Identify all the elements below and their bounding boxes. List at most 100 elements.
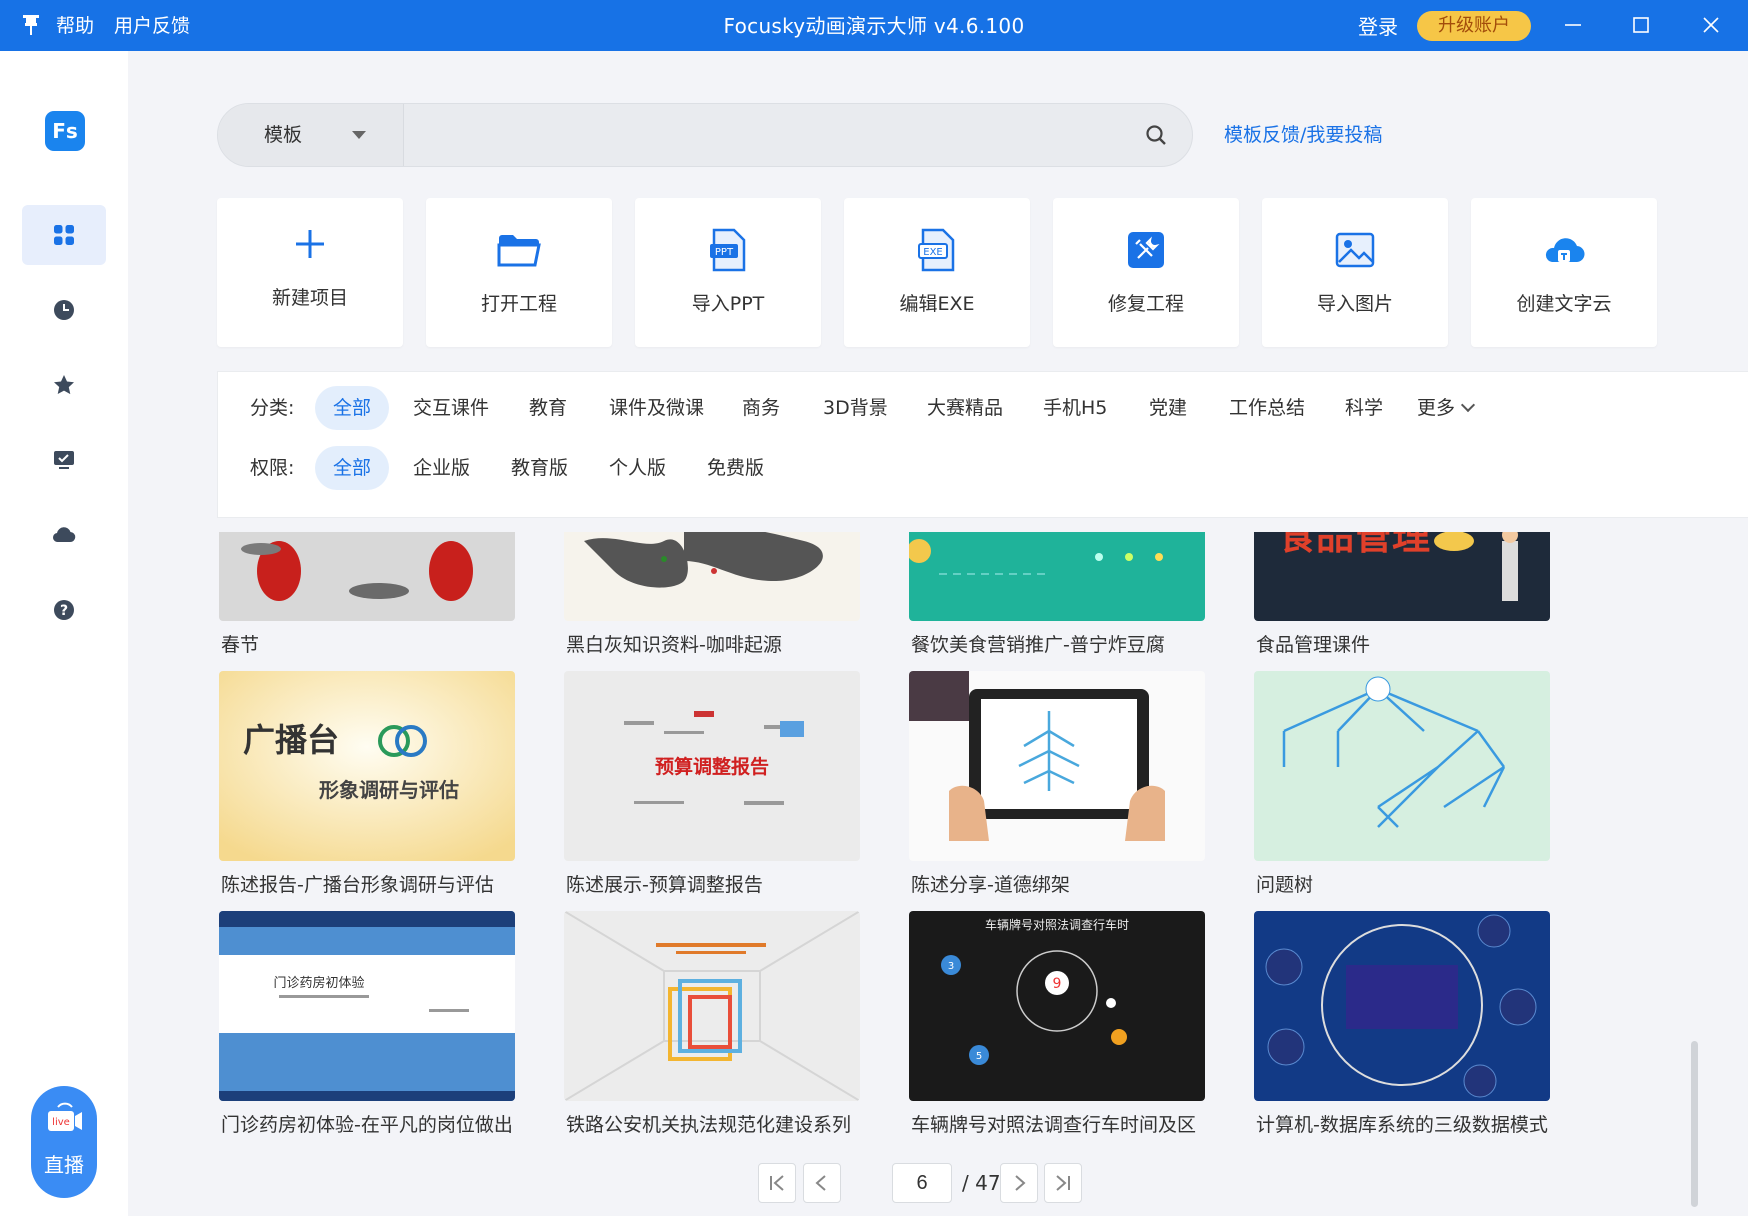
live-camera-icon: live <box>48 1102 82 1131</box>
template-thumbnail[interactable] <box>909 532 1205 621</box>
template-thumbnail[interactable]: 门诊药房初体验 <box>219 911 515 1101</box>
last-page-icon <box>1056 1175 1070 1191</box>
minimize-button[interactable] <box>1560 12 1586 38</box>
template-thumbnail[interactable] <box>1254 911 1550 1101</box>
close-button[interactable] <box>1698 12 1724 38</box>
first-page-button[interactable] <box>758 1163 796 1203</box>
create-word-cloud-button[interactable]: 创建文字云 <box>1471 198 1657 347</box>
permission-chip-all[interactable]: 全部 <box>315 446 390 490</box>
app-window: 帮助 用户反馈 Focusky动画演示大师 v4.6.100 登录 升级账户 F… <box>0 0 1748 1216</box>
search-category-select[interactable]: 模板 <box>218 104 404 166</box>
svg-text:?: ? <box>60 603 68 619</box>
page-number-input[interactable] <box>892 1163 952 1203</box>
template-thumbnail[interactable]: 广播台 形象调研与评估 <box>219 671 515 861</box>
template-scrollbar[interactable] <box>1691 1041 1698 1207</box>
sidebar-item-recent[interactable] <box>22 280 106 340</box>
template-name: 门诊药房初体验-在平凡的岗位做出 <box>221 1114 513 1136</box>
import-image-label: 导入图片 <box>1316 293 1393 315</box>
upgrade-account-button[interactable]: 升级账户 <box>1417 11 1531 41</box>
search-input[interactable] <box>408 114 1108 156</box>
template-name: 食品管理课件 <box>1256 634 1371 656</box>
sidebar-item-presentations[interactable] <box>22 430 106 490</box>
category-chip-mobile-h5[interactable]: 手机H5 <box>1025 386 1125 430</box>
permission-chip-personal[interactable]: 个人版 <box>591 446 684 490</box>
category-more-label: 更多 <box>1417 397 1456 419</box>
template-thumb-text: 门诊药房初体验 <box>273 975 364 991</box>
category-chip-science[interactable]: 科学 <box>1327 386 1401 430</box>
pagination: / 47 <box>758 1163 1208 1207</box>
edit-exe-label: 编辑EXE <box>899 293 975 315</box>
template-thumbnail[interactable] <box>1254 671 1550 861</box>
category-chip-all[interactable]: 全部 <box>315 386 390 430</box>
sidebar-item-templates[interactable] <box>22 205 106 265</box>
title-bar: 帮助 用户反馈 Focusky动画演示大师 v4.6.100 登录 升级账户 <box>0 0 1748 51</box>
category-chip-business[interactable]: 商务 <box>724 386 798 430</box>
chevron-left-icon <box>815 1175 826 1191</box>
cloud-icon <box>52 527 76 543</box>
template-thumbnail[interactable] <box>909 671 1205 861</box>
template-name: 计算机-数据库系统的三级数据模式 <box>1256 1114 1548 1136</box>
sidebar-item-favorites[interactable] <box>22 355 106 415</box>
login-link[interactable]: 登录 <box>1358 13 1398 41</box>
search-icon[interactable] <box>1144 123 1168 147</box>
template-thumb-text: 预算调整报告 <box>655 755 769 778</box>
live-badge: live <box>52 1117 70 1128</box>
template-name: 餐饮美食营销推广-普宁炸豆腐 <box>911 634 1165 656</box>
repair-icon <box>1122 226 1170 274</box>
category-chip-3d-background[interactable]: 3D背景 <box>805 386 906 430</box>
maximize-button[interactable] <box>1628 12 1654 38</box>
exe-file-icon: EXE <box>913 226 961 274</box>
template-name: 陈述分享-道德绑架 <box>911 874 1070 896</box>
import-ppt-button[interactable]: PPT 导入PPT <box>635 198 821 347</box>
repair-project-label: 修复工程 <box>1107 293 1184 315</box>
folder-icon <box>495 226 543 274</box>
permission-filter-row: 权限: 全部 企业版 教育版 个人版 免费版 <box>218 446 1748 490</box>
first-page-icon <box>770 1175 784 1191</box>
category-more-button[interactable]: 更多 <box>1399 386 1491 430</box>
next-page-button[interactable] <box>1000 1163 1038 1203</box>
template-thumbnail[interactable]: 食品管理 <box>1254 532 1550 621</box>
sidebar-item-cloud[interactable] <box>22 505 106 565</box>
category-chip-competition[interactable]: 大赛精品 <box>909 386 1021 430</box>
new-project-label: 新建项目 <box>271 287 348 309</box>
template-thumbnail[interactable]: 预算调整报告 <box>564 671 860 861</box>
edit-exe-button[interactable]: EXE 编辑EXE <box>844 198 1030 347</box>
template-name: 黑白灰知识资料-咖啡起源 <box>566 634 782 656</box>
grid-icon <box>54 225 74 245</box>
main-area: 模板 模板反馈/我要投稿 新建项目 打开工程 PPT 导入PPT EXE 编辑E… <box>128 51 1748 1216</box>
template-thumbnail[interactable] <box>219 532 515 621</box>
template-thumbnail[interactable]: 车辆牌号对照法调查行车时 9 3 5 <box>909 911 1205 1101</box>
import-image-button[interactable]: 导入图片 <box>1262 198 1448 347</box>
template-name: 问题树 <box>1256 874 1314 896</box>
create-word-cloud-label: 创建文字云 <box>1516 293 1612 315</box>
live-stream-button[interactable]: live 直播 <box>31 1086 97 1198</box>
repair-project-button[interactable]: 修复工程 <box>1053 198 1239 347</box>
clock-icon <box>54 300 74 320</box>
app-logo: Fs <box>45 111 85 151</box>
permission-chip-education[interactable]: 教育版 <box>493 446 586 490</box>
category-chip-micro-course[interactable]: 课件及微课 <box>591 386 722 430</box>
permission-chip-enterprise[interactable]: 企业版 <box>395 446 488 490</box>
presentation-icon <box>54 451 74 469</box>
star-icon <box>54 375 74 395</box>
template-thumb-subtext: 形象调研与评估 <box>319 778 459 802</box>
new-project-button[interactable]: 新建项目 <box>217 198 403 347</box>
chevron-down-icon <box>352 131 366 139</box>
category-chip-work-summary[interactable]: 工作总结 <box>1211 386 1323 430</box>
sidebar-item-help[interactable]: ? <box>22 580 106 640</box>
search-category-label: 模板 <box>264 124 303 146</box>
category-chip-education[interactable]: 教育 <box>511 386 585 430</box>
left-sidebar: Fs ? live 直播 <box>0 51 128 1216</box>
template-name: 铁路公安机关执法规范化建设系列 <box>566 1114 852 1136</box>
open-project-button[interactable]: 打开工程 <box>426 198 612 347</box>
category-chip-interactive-courseware[interactable]: 交互课件 <box>395 386 507 430</box>
prev-page-button[interactable] <box>803 1163 841 1203</box>
last-page-button[interactable] <box>1044 1163 1082 1203</box>
template-thumbnail[interactable] <box>564 911 860 1101</box>
template-thumbnail[interactable] <box>564 532 860 621</box>
template-feedback-link[interactable]: 模板反馈/我要投稿 <box>1224 121 1382 149</box>
chevron-down-icon <box>1460 397 1476 413</box>
permission-chip-free[interactable]: 免费版 <box>689 446 782 490</box>
open-project-label: 打开工程 <box>480 293 557 315</box>
category-chip-party-building[interactable]: 党建 <box>1131 386 1205 430</box>
